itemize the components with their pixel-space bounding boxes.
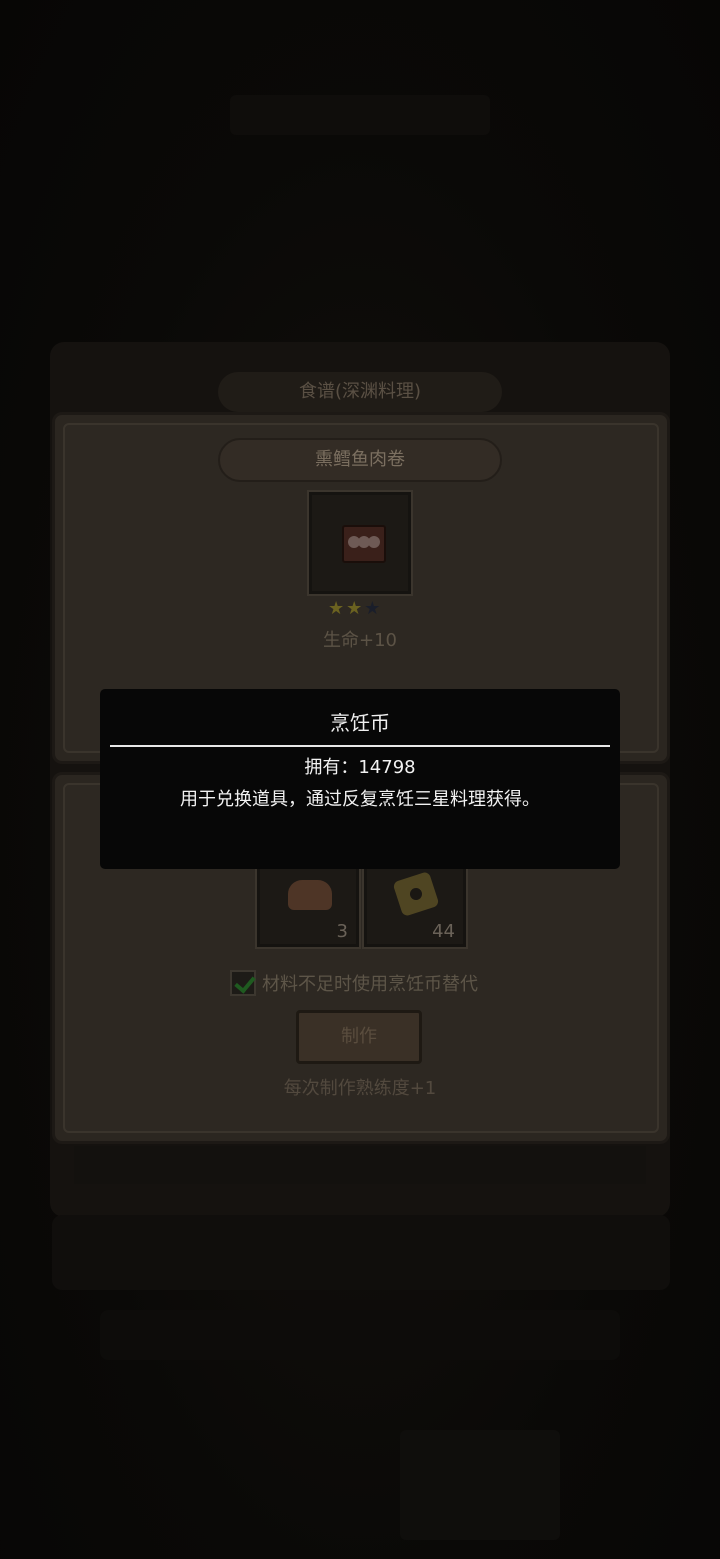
currency-tooltip: 烹饪币 拥有：14798 用于兑换道具，通过反复烹饪三星料理获得。 [100, 689, 620, 869]
make-button[interactable]: 制作 [296, 1010, 422, 1064]
star-rating: ★ ★ ★ [328, 598, 392, 620]
material-count: 44 [432, 921, 455, 942]
background-panel [52, 1215, 670, 1290]
recipe-effect: 生命+10 [323, 630, 397, 651]
tooltip-description: 用于兑换道具，通过反复烹饪三星料理获得。 [180, 789, 540, 810]
dish-slot[interactable] [307, 490, 413, 596]
bread-icon [392, 871, 440, 917]
substitute-option[interactable]: 材料不足时使用烹饪币替代 [230, 968, 478, 998]
star-empty-icon: ★ [364, 598, 381, 619]
material-count: 3 [336, 921, 348, 942]
tooltip-title: 烹饪币 [330, 711, 390, 735]
recipe-name-banner: 熏鳕鱼肉卷 [218, 438, 502, 482]
dialog-title: 食谱(深渊料理) [218, 372, 502, 412]
star-filled-icon: ★ [346, 598, 363, 619]
background-panel [100, 1310, 620, 1360]
substitute-checkbox[interactable] [230, 970, 256, 996]
top-header-bar [230, 95, 490, 135]
substitute-label: 材料不足时使用烹饪币替代 [262, 974, 478, 995]
meat-icon [288, 880, 332, 910]
fish-roll-icon [342, 525, 386, 563]
dialog-bottom-strip [74, 1146, 646, 1184]
proficiency-note: 每次制作熟练度+1 [283, 1078, 437, 1099]
tooltip-divider [110, 745, 610, 747]
background-panel [400, 1430, 560, 1540]
star-filled-icon: ★ [328, 598, 345, 619]
tooltip-owned-count: 拥有：14798 [304, 757, 416, 778]
